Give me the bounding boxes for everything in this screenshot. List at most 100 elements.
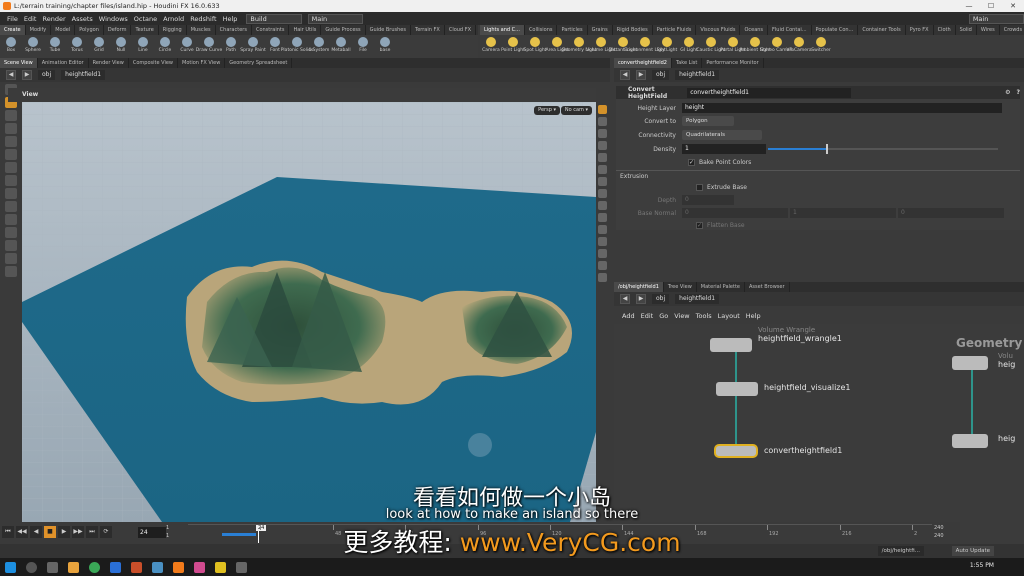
shelf-tab-right-9[interactable]: Populate Con...	[812, 25, 859, 35]
shelf-tab-right-6[interactable]: Viscous Fluids	[696, 25, 741, 35]
explorer-icon[interactable]	[68, 561, 79, 573]
shelf-tool-right-4[interactable]: Geometry Light	[561, 35, 597, 58]
network-pane-tab-3[interactable]: Asset Browser	[745, 282, 790, 292]
app-icon-5[interactable]	[236, 561, 247, 573]
minimize-button[interactable]: —	[958, 0, 980, 12]
param-back-arrow-icon[interactable]: ◀	[620, 70, 630, 80]
net-menu-tools[interactable]: Tools	[696, 312, 712, 324]
template-icon[interactable]	[598, 225, 607, 234]
shelf-tab-left-10[interactable]: Hair Utils	[289, 25, 322, 35]
shelf-tool-left-1[interactable]: Sphere	[22, 35, 44, 58]
menu-redshift[interactable]: Redshift	[187, 15, 219, 23]
shelf-tab-left-14[interactable]: Cloud FX	[445, 25, 477, 35]
shelf-tab-left-1[interactable]: Modify	[26, 25, 52, 35]
shelf-tool-left-6[interactable]: Line	[132, 35, 154, 58]
net-menu-layout[interactable]: Layout	[718, 312, 740, 324]
shelf-tool-right-5[interactable]: Volume Light	[586, 35, 616, 58]
lighting-icon[interactable]	[598, 141, 607, 150]
shelf-tab-right-10[interactable]: Container Tools	[858, 25, 906, 35]
path-obj[interactable]: obj	[38, 70, 56, 80]
shelf-tool-right-10[interactable]: Caustic Light	[696, 35, 726, 58]
network-pane-tab-2[interactable]: Material Palette	[697, 282, 745, 292]
density-slider[interactable]	[768, 144, 998, 154]
camera-tool-icon[interactable]	[5, 227, 17, 238]
shelf-tab-left-8[interactable]: Characters	[216, 25, 252, 35]
shelf-tool-right-2[interactable]: Spot Light	[524, 35, 546, 58]
uv-display-icon[interactable]	[598, 189, 607, 198]
rotate-tool-icon[interactable]	[5, 136, 17, 147]
menu-assets[interactable]: Assets	[69, 15, 96, 23]
shelf-tool-left-9[interactable]: Draw Curve	[196, 35, 222, 58]
handle-tool-icon[interactable]	[5, 162, 17, 173]
net-menu-go[interactable]: Go	[659, 312, 668, 324]
convert-to-menu[interactable]: Polygon	[682, 116, 734, 126]
shelf-tab-left-5[interactable]: Texture	[131, 25, 159, 35]
bbox-icon[interactable]	[598, 201, 607, 210]
shelf-tab-left-0[interactable]: Create	[0, 25, 26, 35]
net-path-obj[interactable]: obj	[652, 294, 670, 304]
shelf-tab-right-2[interactable]: Particles	[557, 25, 588, 35]
shelf-tool-left-7[interactable]: Circle	[154, 35, 176, 58]
visibility-icon[interactable]	[598, 213, 607, 222]
shelf-tool-right-11[interactable]: Portal Light	[720, 35, 746, 58]
density-slider-knob[interactable]	[825, 144, 828, 154]
shelf-tab-right-3[interactable]: Grains	[588, 25, 613, 35]
shelf-tool-left-16[interactable]: File	[352, 35, 374, 58]
param-pane-tab-1[interactable]: Take List	[672, 58, 703, 68]
task-view-icon[interactable]	[47, 561, 58, 573]
scene-pane-tab-5[interactable]: Geometry Spreadsheet	[225, 58, 293, 68]
snap-icon[interactable]	[5, 175, 17, 186]
param-forward-arrow-icon[interactable]: ▶	[636, 70, 646, 80]
shelf-tab-right-5[interactable]: Particle Fluids	[653, 25, 697, 35]
desktop-dropdown[interactable]: Build	[246, 13, 302, 24]
base-normal-z[interactable]: 0	[898, 208, 1004, 218]
net-menu-edit[interactable]: Edit	[641, 312, 654, 324]
depth-field[interactable]: 0	[682, 195, 734, 205]
app-icon-2[interactable]	[152, 561, 163, 573]
shelf-tool-right-3[interactable]: Area Light	[545, 35, 569, 58]
param-pane-tab-0[interactable]: convertheightfield2	[614, 58, 672, 68]
scene-viewport[interactable]: Persp ▾ No cam ▾	[22, 102, 596, 522]
node-heightfield-wrangle[interactable]	[710, 338, 752, 352]
shelf-tab-left-3[interactable]: Polygon	[75, 25, 104, 35]
shelf-tool-right-15[interactable]: Switcher	[810, 35, 832, 58]
shelf-tool-right-13[interactable]: Stereo Camera	[760, 35, 794, 58]
node-partial-lower[interactable]	[952, 434, 988, 448]
shelf-tool-left-14[interactable]: L-System	[308, 35, 330, 58]
node-convert-heightfield[interactable]	[714, 444, 758, 458]
param-pane-tab-2[interactable]: Performance Monitor	[702, 58, 764, 68]
houdini-taskbar-icon[interactable]	[173, 561, 184, 573]
app-icon-1[interactable]	[131, 561, 142, 573]
start-icon[interactable]	[5, 561, 16, 573]
shelf-tab-right-15[interactable]: Crowds	[1000, 25, 1024, 35]
shelf-tool-left-5[interactable]: Null	[110, 35, 132, 58]
menu-help[interactable]: Help	[220, 15, 241, 23]
shelf-tab-left-9[interactable]: Constraints	[252, 25, 290, 35]
shelf-tool-right-12[interactable]: Ambient Light	[739, 35, 771, 58]
shelf-tab-right-8[interactable]: Fluid Contai...	[768, 25, 812, 35]
network-pane-tab-1[interactable]: Tree View	[664, 282, 697, 292]
shelf-tab-right-0[interactable]: Lights and C...	[480, 25, 525, 35]
right-layout-dropdown[interactable]: Main	[968, 13, 1024, 24]
scene-pane-tab-4[interactable]: Motion FX View	[178, 58, 226, 68]
app-icon-4[interactable]	[215, 561, 226, 573]
display-options-icon[interactable]	[598, 105, 607, 114]
shelf-tab-left-4[interactable]: Deform	[104, 25, 132, 35]
scene-pane-tab-3[interactable]: Composite View	[129, 58, 178, 68]
scene-pane-tab-1[interactable]: Animation Editor	[38, 58, 89, 68]
shelf-tab-right-14[interactable]: Wires	[977, 25, 1000, 35]
shadow-icon[interactable]	[598, 237, 607, 246]
maximize-button[interactable]: ☐	[980, 0, 1002, 12]
shelf-tool-right-14[interactable]: VR Camera	[786, 35, 812, 58]
menu-arnold[interactable]: Arnold	[160, 15, 187, 23]
perspective-menu[interactable]: Persp ▾	[534, 106, 560, 115]
menu-edit[interactable]: Edit	[21, 15, 40, 23]
shelf-tab-right-7[interactable]: Oceans	[740, 25, 769, 35]
shelf-tab-left-6[interactable]: Rigging	[159, 25, 187, 35]
shelf-tab-right-13[interactable]: Solid	[956, 25, 977, 35]
help-icon[interactable]: ?	[1017, 89, 1020, 96]
forward-arrow-icon[interactable]: ▶	[22, 70, 32, 80]
grid-snap-icon[interactable]	[5, 188, 17, 199]
shelf-tool-left-10[interactable]: Path	[220, 35, 242, 58]
camera-menu[interactable]: No cam ▾	[560, 106, 592, 115]
